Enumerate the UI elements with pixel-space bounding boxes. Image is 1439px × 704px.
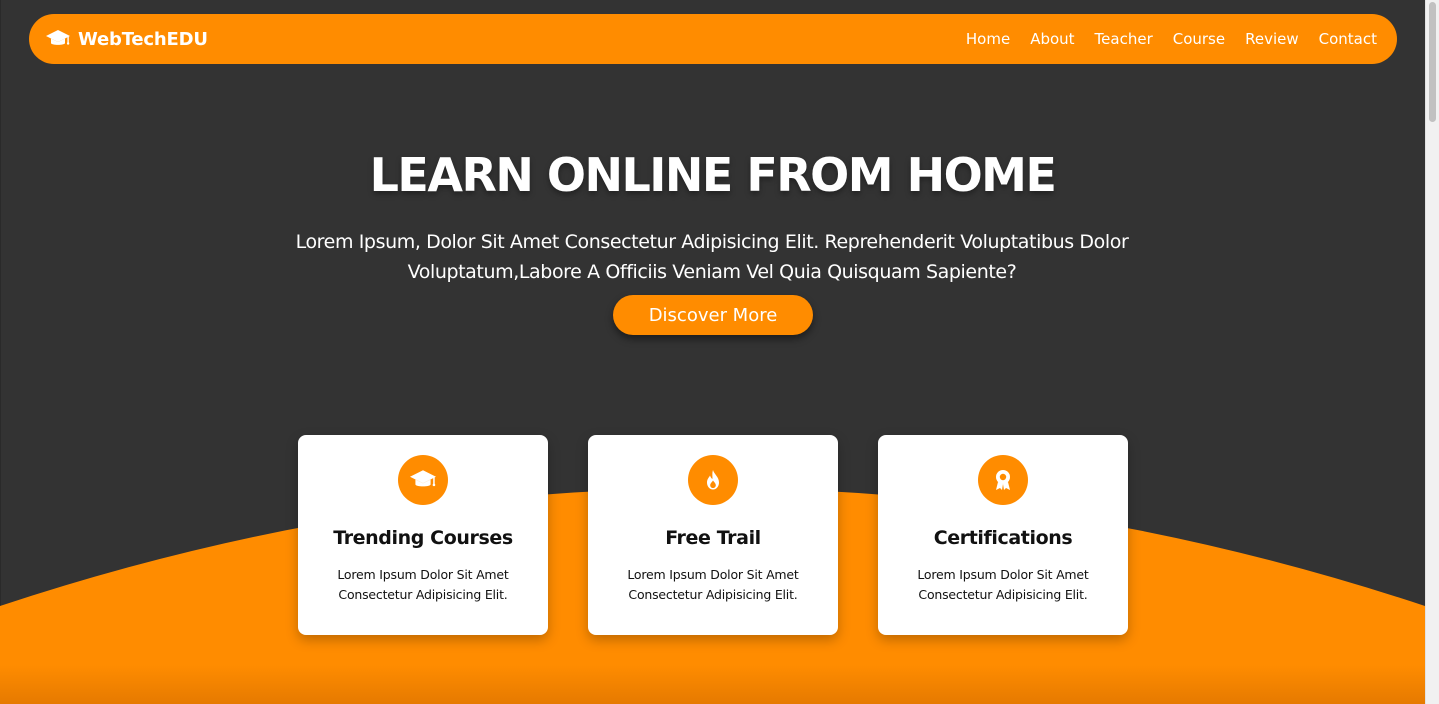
card-description: Lorem Ipsum Dolor Sit Amet Consectetur A… [627, 567, 799, 602]
graduation-cap-icon [398, 455, 448, 505]
scrollbar-thumb[interactable] [1429, 2, 1436, 122]
nav-link-course[interactable]: Course [1173, 30, 1225, 48]
nav-menu: Home About Teacher Course Review Contact [966, 30, 1377, 48]
brand-name: WebTechEDU [78, 28, 208, 50]
nav-link-contact[interactable]: Contact [1319, 30, 1377, 48]
scrollbar-track[interactable] [1425, 0, 1439, 704]
nav-link-teacher[interactable]: Teacher [1095, 30, 1153, 48]
feature-card-certifications[interactable]: Certifications Lorem Ipsum Dolor Sit Ame… [878, 435, 1128, 635]
nav-link-review[interactable]: Review [1245, 30, 1299, 48]
card-title: Free Trail [665, 527, 761, 549]
fire-icon [688, 455, 738, 505]
hero-title: LEARN ONLINE FROM HOME [369, 148, 1057, 202]
card-description: Lorem Ipsum Dolor Sit Amet Consectetur A… [337, 567, 509, 602]
nav-link-home[interactable]: Home [966, 30, 1010, 48]
card-title: Trending Courses [333, 527, 513, 549]
navbar: WebTechEDU Home About Teacher Course Rev… [29, 14, 1397, 64]
graduation-cap-icon [46, 30, 70, 45]
award-icon [978, 455, 1028, 505]
feature-card-trending-courses[interactable]: Trending Courses Lorem Ipsum Dolor Sit A… [298, 435, 548, 635]
hero-description: Lorem Ipsum, Dolor Sit Amet Consectetur … [295, 231, 1129, 283]
feature-card-free-trail[interactable]: Free Trail Lorem Ipsum Dolor Sit Amet Co… [588, 435, 838, 635]
card-description: Lorem Ipsum Dolor Sit Amet Consectetur A… [917, 567, 1089, 602]
discover-more-button[interactable]: Discover More [613, 295, 813, 335]
brand-logo[interactable]: WebTechEDU [46, 29, 208, 50]
nav-link-about[interactable]: About [1030, 30, 1074, 48]
card-title: Certifications [933, 527, 1073, 549]
page: WebTechEDU Home About Teacher Course Rev… [0, 0, 1439, 704]
